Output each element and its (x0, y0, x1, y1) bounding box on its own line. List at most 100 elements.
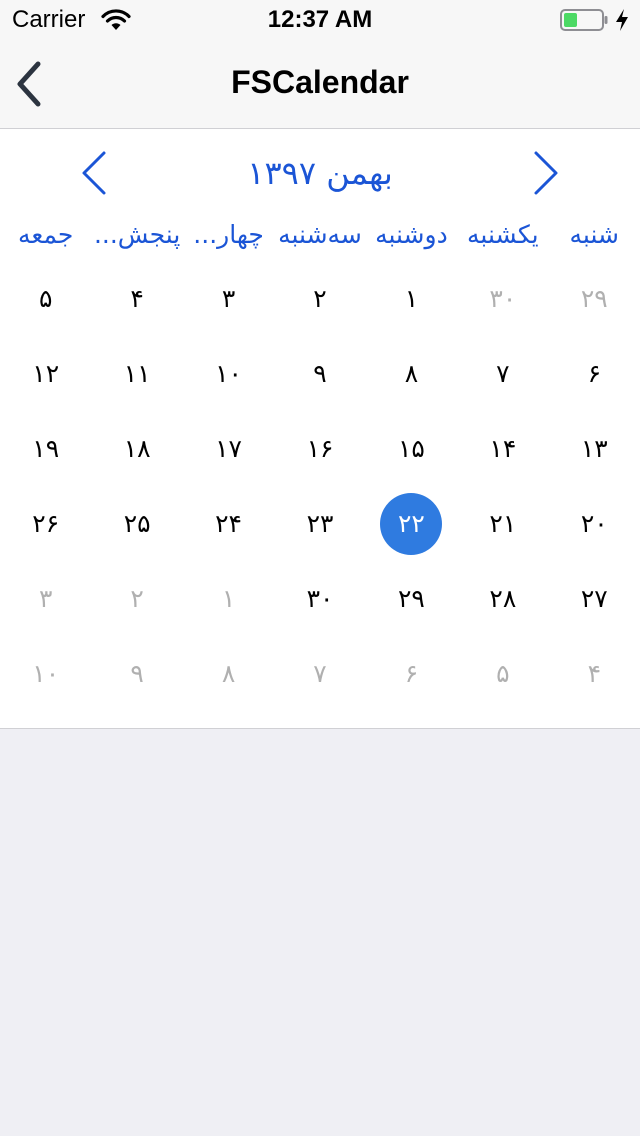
day-cell[interactable]: ۱ (366, 261, 457, 336)
day-cell[interactable]: ۳ (183, 261, 274, 336)
day-number: ۲۴ (215, 509, 242, 538)
day-cell[interactable]: ۲۱ (457, 486, 548, 561)
day-number: ۲۷ (580, 584, 608, 613)
day-number: ۵ (38, 284, 53, 313)
calendar: بهمن ۱۳۹۷ جمعه پنجش... چهار... سه‌شنبه د… (0, 129, 640, 729)
weekday-header: جمعه پنجش... چهار... سه‌شنبه دوشنبه یکشن… (0, 213, 640, 257)
day-cell[interactable]: ۷ (457, 336, 548, 411)
day-cell[interactable]: ۲۳ (274, 486, 365, 561)
day-cell[interactable]: ۸ (366, 336, 457, 411)
navigation-bar: FSCalendar (0, 40, 640, 129)
day-number: ۳۰ (306, 584, 334, 613)
day-number: ۲ (130, 584, 144, 613)
weekday-label: سه‌شنبه (278, 220, 362, 249)
status-time: 12:37 AM (267, 6, 373, 33)
day-cell[interactable]: ۲۴ (183, 486, 274, 561)
day-number: ۳ (38, 584, 53, 613)
day-cell[interactable]: ۵ (0, 261, 91, 336)
day-number: ۱۶ (306, 434, 334, 463)
day-cell[interactable]: ۱۰ (0, 636, 91, 711)
day-cell[interactable]: ۱۲ (0, 336, 91, 411)
day-number: ۱۰ (215, 359, 242, 388)
day-number: ۱۳ (580, 434, 608, 463)
day-number: ۹ (130, 659, 144, 688)
day-number: ۶ (404, 659, 419, 688)
day-cell[interactable]: ۲۸ (457, 561, 548, 636)
day-cell[interactable]: ۲۹ (366, 561, 457, 636)
day-number: ۲۲ (397, 509, 425, 538)
nav-title: FSCalendar (231, 64, 409, 100)
battery-icon (560, 9, 608, 31)
day-number: ۱۴ (489, 434, 517, 463)
day-number: ۱۱ (123, 359, 151, 388)
day-cell[interactable]: ۹ (91, 636, 182, 711)
day-number: ۲۰ (580, 509, 608, 538)
month-title: بهمن ۱۳۹۷ (247, 154, 393, 192)
weekday-label: یکشنبه (467, 220, 539, 249)
day-cell[interactable]: ۳۰ (274, 561, 365, 636)
day-number: ۹ (313, 359, 327, 388)
day-cell[interactable]: ۱۵ (366, 411, 457, 486)
day-number: ۵ (496, 659, 510, 688)
day-number: ۴ (130, 284, 144, 313)
day-number: ۴ (587, 659, 601, 688)
day-cell[interactable]: ۲ (91, 561, 182, 636)
day-cell[interactable]: ۳۰ (457, 261, 548, 336)
bolt-icon (616, 9, 628, 31)
day-cell[interactable]: ۱ (183, 561, 274, 636)
day-cell[interactable]: ۳ (0, 561, 91, 636)
day-cell[interactable]: ۱۴ (457, 411, 548, 486)
day-number: ۲۵ (123, 509, 151, 538)
chevron-right-icon (534, 151, 558, 195)
day-number: ۱۵ (397, 434, 425, 463)
weekday-label: دوشنبه (375, 220, 448, 249)
day-cell[interactable]: ۶ (549, 336, 640, 411)
day-cell[interactable]: ۴ (549, 636, 640, 711)
chevron-left-icon (82, 151, 106, 195)
day-cell[interactable]: ۷ (274, 636, 365, 711)
day-cell[interactable]: ۹ (274, 336, 365, 411)
day-number: ۸ (404, 359, 419, 388)
day-cell[interactable]: ۱۰ (183, 336, 274, 411)
day-number: ۲۳ (306, 509, 334, 538)
day-cell[interactable]: ۲۹ (549, 261, 640, 336)
day-cell[interactable]: ۲ (274, 261, 365, 336)
day-number: ۲۱ (489, 509, 517, 538)
next-month-button[interactable] (524, 149, 564, 197)
weekday-label: شنبه (569, 220, 619, 249)
day-cell[interactable]: ۲۶ (0, 486, 91, 561)
day-number: ۲۹ (580, 284, 608, 313)
day-number: ۱ (404, 284, 419, 313)
day-cell[interactable]: ۵ (457, 636, 548, 711)
previous-month-button[interactable] (76, 149, 116, 197)
day-cell[interactable]: ۶ (366, 636, 457, 711)
day-cell[interactable]: ۲۵ (91, 486, 182, 561)
day-cell[interactable]: ۲۷ (549, 561, 640, 636)
day-cell[interactable]: ۱۷ (183, 411, 274, 486)
day-number: ۲۸ (489, 584, 517, 613)
day-number: ۲۹ (397, 584, 425, 613)
day-cell[interactable]: ۱۶ (274, 411, 365, 486)
weekday-label: پنجش... (93, 220, 181, 249)
day-number: ۸ (221, 659, 236, 688)
day-cell[interactable]: ۱۸ (91, 411, 182, 486)
day-number: ۱۰ (32, 659, 60, 688)
day-number: ۷ (496, 359, 510, 388)
day-cell[interactable]: ۱۳ (549, 411, 640, 486)
day-cell[interactable]: ۸ (183, 636, 274, 711)
status-bar: Carrier 12:37 AM (0, 0, 640, 40)
day-cell[interactable]: ۴ (91, 261, 182, 336)
day-number: ۳۰ (489, 284, 517, 313)
weekday-label: جمعه (18, 220, 74, 249)
day-number: ۲۶ (32, 509, 60, 538)
day-cell[interactable]: ۲۰ (549, 486, 640, 561)
day-number: ۱ (221, 584, 236, 613)
day-cell[interactable]: ۱۹ (0, 411, 91, 486)
day-number: ۲ (313, 284, 327, 313)
day-cell-selected[interactable]: ۲۲ (366, 486, 457, 561)
day-number: ۱۲ (32, 359, 60, 388)
day-number: ۱۸ (123, 434, 151, 463)
day-cell[interactable]: ۱۱ (91, 336, 182, 411)
day-number: ۱۷ (215, 434, 242, 463)
day-grid: ۵ ۴ ۳ ۲ ۱ ۳۰ ۲۹ ۱۲ ۱۱ ۱۰ ۹ ۸ ۷ ۶ ۱۹ ۱۸ ۱۷ ۱۶ ۱۵ ۱۴ ۱۳ ۲۶ ۲۵ ۲۴ ۲… (0, 261, 640, 711)
